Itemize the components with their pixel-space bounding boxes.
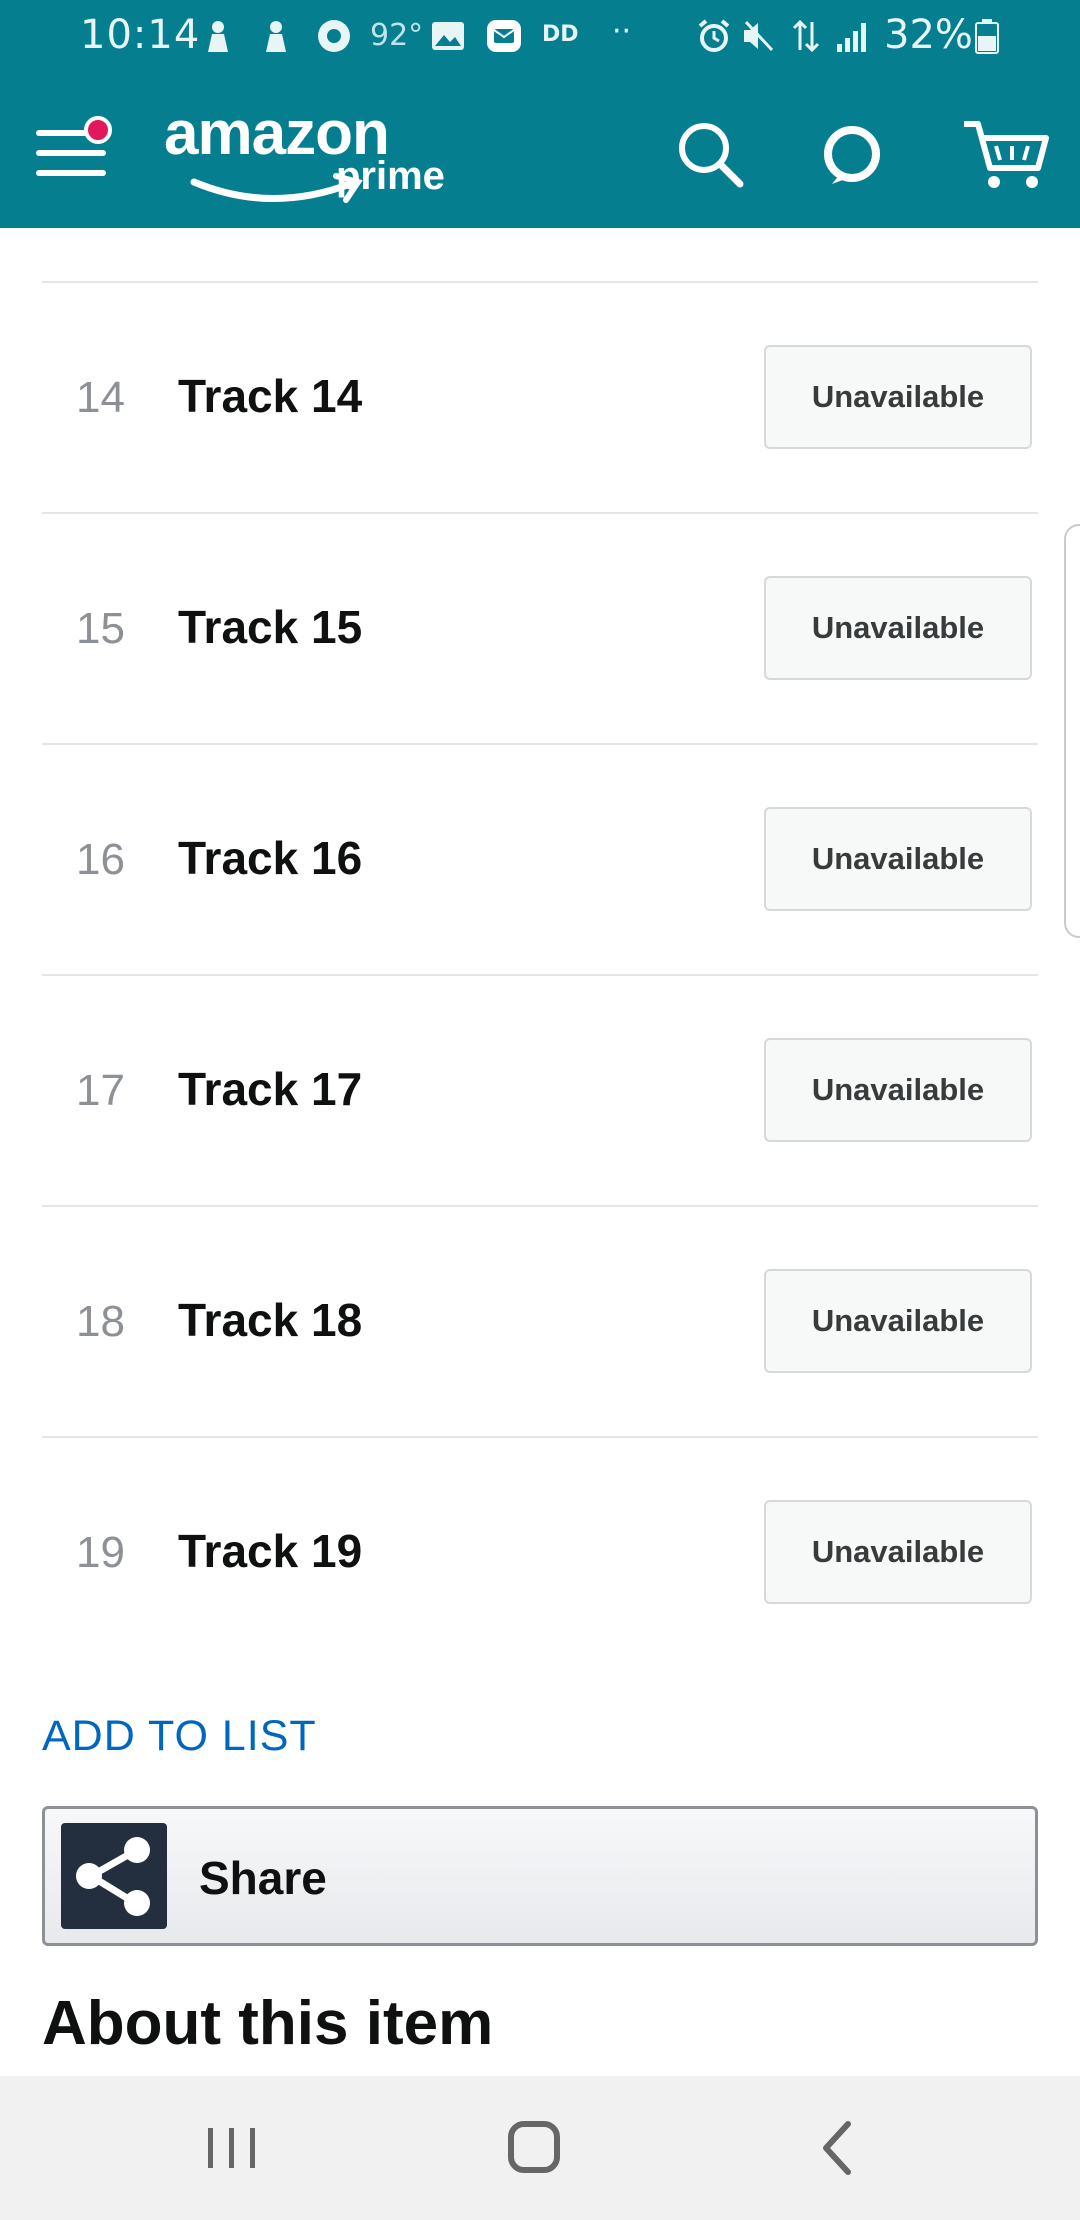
about-item-heading: About this item	[42, 1989, 494, 2058]
status-more-dots: ··	[612, 14, 632, 49]
unavailable-button[interactable]: Unavailable	[764, 1038, 1032, 1142]
track-number: 14	[76, 373, 125, 422]
track-number: 15	[76, 604, 125, 653]
share-label: Share	[199, 1852, 327, 1904]
alarm-icon	[698, 19, 730, 52]
unavailable-button[interactable]: Unavailable	[764, 1500, 1032, 1604]
track-title: Track 18	[178, 1294, 363, 1346]
track-row: 17 Track 17 Unavailable	[42, 976, 1038, 1207]
track-title: Track 16	[178, 832, 363, 884]
track-title: Track 19	[178, 1525, 363, 1577]
share-button[interactable]: Share	[42, 1806, 1038, 1946]
status-temperature: 92°	[370, 18, 424, 53]
track-title: Track 14	[178, 370, 363, 422]
track-number: 19	[76, 1528, 125, 1577]
mute-icon	[744, 20, 774, 52]
track-row: 16 Track 16 Unavailable	[42, 745, 1038, 976]
track-title: Track 15	[178, 601, 363, 653]
unavailable-button[interactable]: Unavailable	[764, 576, 1032, 680]
track-row: 15 Track 15 Unavailable	[42, 514, 1038, 745]
unavailable-button[interactable]: Unavailable	[764, 345, 1032, 449]
status-dd-label: DD	[542, 22, 579, 47]
logo-sub: prime	[336, 154, 445, 198]
battery-percent: 32%	[884, 12, 973, 58]
status-time: 10:14	[80, 12, 201, 58]
add-to-list-link[interactable]: ADD TO LIST	[42, 1712, 317, 1761]
signal-icon	[837, 23, 866, 52]
unavailable-button[interactable]: Unavailable	[764, 1269, 1032, 1373]
unavailable-button[interactable]: Unavailable	[764, 807, 1032, 911]
home-icon[interactable]	[494, 2112, 574, 2184]
track-number: 17	[76, 1066, 125, 1115]
app-header: amazon prime	[0, 74, 1080, 228]
recent-apps-icon[interactable]	[192, 2112, 272, 2184]
battery-icon	[975, 19, 999, 54]
alexa-icon[interactable]	[812, 114, 892, 194]
cart-icon[interactable]	[960, 114, 1050, 194]
mail-icon	[487, 20, 521, 52]
menu-button[interactable]	[34, 114, 112, 184]
notification-dot	[84, 116, 112, 144]
data-transfer-icon	[792, 19, 820, 53]
gallery-icon	[432, 22, 464, 50]
track-row: 18 Track 18 Unavailable	[42, 1207, 1038, 1438]
share-icon	[61, 1823, 167, 1929]
track-number: 16	[76, 835, 125, 884]
amazon-prime-logo[interactable]: amazon prime	[160, 99, 470, 212]
chrome-icon	[318, 20, 350, 52]
track-title: Track 17	[178, 1063, 363, 1115]
system-nav-bar	[0, 2076, 1080, 2220]
track-row: 14 Track 14 Unavailable	[42, 283, 1038, 514]
track-number: 18	[76, 1297, 125, 1346]
back-icon[interactable]	[798, 2112, 878, 2184]
scroll-handle[interactable]	[1064, 524, 1080, 938]
search-icon[interactable]	[670, 114, 750, 194]
notification-icon	[208, 21, 228, 52]
track-list: 14 Track 14 Unavailable 15 Track 15 Unav…	[42, 281, 1038, 1669]
top-bar: 10:14 92° DD ·· 32% amazon prime	[0, 0, 1080, 228]
notification-icon	[266, 21, 286, 52]
track-row: 19 Track 19 Unavailable	[42, 1438, 1038, 1669]
status-bar: 10:14 92° DD ·· 32%	[0, 0, 1080, 74]
